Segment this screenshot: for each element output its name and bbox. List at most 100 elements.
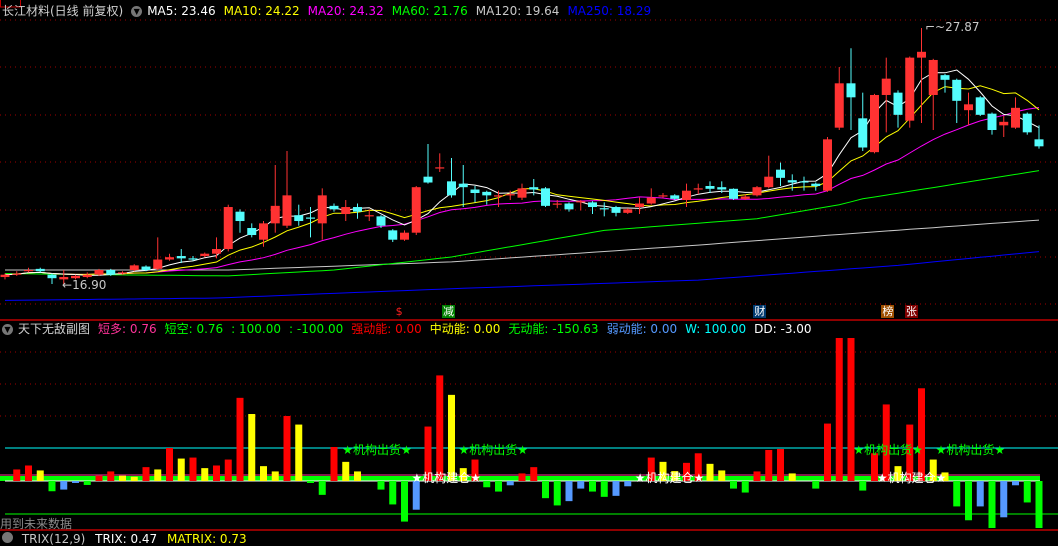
indicator-bar[interactable] (283, 415, 291, 481)
candle[interactable] (588, 201, 597, 215)
candle[interactable] (870, 93, 879, 154)
indicator-bar[interactable] (154, 469, 162, 481)
indicator-bar[interactable] (83, 481, 91, 485)
candle[interactable] (893, 90, 903, 128)
candle[interactable] (400, 230, 409, 241)
candle[interactable] (200, 252, 210, 258)
indicator-bar[interactable] (72, 481, 79, 483)
candle[interactable] (235, 209, 245, 233)
indicator-bar[interactable] (812, 481, 820, 489)
candle[interactable] (599, 202, 609, 217)
candle[interactable] (1034, 125, 1044, 149)
candle[interactable] (458, 165, 468, 208)
indicator-bar[interactable] (542, 481, 549, 499)
indicator-bar[interactable] (119, 475, 126, 481)
indicator-bar[interactable] (389, 481, 397, 505)
indicator-bar[interactable] (260, 466, 267, 481)
candle[interactable] (928, 58, 938, 130)
indicator-bar[interactable] (436, 375, 444, 481)
candle[interactable] (541, 187, 550, 208)
indicator-bar[interactable] (483, 481, 491, 488)
indicator-bar[interactable] (377, 481, 385, 490)
indicator-bar[interactable] (824, 423, 831, 481)
candle[interactable] (846, 48, 856, 130)
indicator-bar[interactable] (565, 481, 573, 502)
indicator-bar[interactable] (847, 338, 855, 481)
indicator-bar[interactable] (1035, 481, 1043, 528)
indicator-bar[interactable] (965, 481, 972, 521)
candle[interactable] (212, 237, 221, 259)
event-marker[interactable]: $ (392, 305, 406, 318)
candle[interactable] (270, 165, 280, 233)
candle[interactable] (752, 186, 762, 197)
indicator-bar[interactable] (788, 473, 796, 481)
indicator-bar[interactable] (107, 471, 115, 481)
indicator-bar[interactable] (1000, 481, 1008, 518)
candle[interactable] (635, 197, 644, 215)
candle[interactable] (411, 186, 421, 236)
candle[interactable] (905, 56, 915, 128)
indicator-bar[interactable] (706, 463, 714, 481)
indicator-bar[interactable] (330, 447, 338, 481)
indicator-bar[interactable] (777, 448, 784, 481)
indicator-bar[interactable] (835, 338, 843, 481)
candle[interactable] (447, 158, 456, 198)
candle[interactable] (1011, 97, 1020, 129)
indicator-bar[interactable] (918, 388, 925, 481)
indicator-bar[interactable] (166, 448, 173, 481)
candle[interactable] (705, 181, 715, 194)
indicator-bar[interactable] (342, 461, 350, 481)
indicator-bar[interactable] (506, 481, 514, 486)
event-marker[interactable]: 榜 (881, 305, 895, 318)
indicator-bar[interactable] (859, 481, 867, 491)
indicator-bar[interactable] (130, 476, 138, 481)
candle[interactable] (987, 112, 997, 135)
candle[interactable] (576, 200, 586, 211)
chevron-down-icon[interactable]: ▼ (2, 323, 13, 335)
indicator-bar[interactable] (612, 481, 620, 496)
indicator-bar[interactable] (236, 397, 244, 481)
indicator-bars[interactable] (0, 338, 1058, 528)
event-marker[interactable]: 财 (753, 305, 767, 318)
candle[interactable] (423, 143, 433, 184)
candle[interactable] (165, 253, 174, 261)
candle[interactable] (940, 73, 950, 93)
indicator-bar[interactable] (354, 471, 361, 481)
candle[interactable] (623, 208, 633, 215)
indicator-bar[interactable] (36, 470, 44, 481)
candle[interactable] (176, 249, 186, 264)
candle[interactable] (35, 267, 45, 273)
candle[interactable] (1022, 112, 1032, 135)
indicator-bar[interactable] (976, 481, 984, 507)
candle[interactable] (24, 267, 33, 273)
indicator-bar[interactable] (495, 481, 502, 492)
candle[interactable] (294, 204, 304, 226)
candle[interactable] (729, 188, 738, 201)
candle[interactable] (47, 273, 57, 285)
candle[interactable] (823, 136, 832, 192)
candle[interactable] (388, 229, 398, 243)
candle[interactable] (611, 205, 621, 217)
indicator-bar[interactable] (1012, 481, 1019, 486)
candle[interactable] (881, 57, 891, 133)
event-marker[interactable]: 张 (904, 305, 918, 318)
indicator-bar[interactable] (13, 469, 21, 481)
candle[interactable] (470, 186, 480, 203)
candle[interactable] (999, 115, 1009, 137)
indicator-bar[interactable] (1023, 481, 1031, 503)
chevron-down-icon[interactable]: ▼ (131, 5, 143, 17)
indicator-bar[interactable] (189, 457, 197, 481)
indicator-bar[interactable] (401, 481, 408, 522)
indicator-bar[interactable] (25, 465, 32, 481)
indicator-bar[interactable] (518, 473, 526, 481)
candle[interactable] (776, 162, 785, 187)
candle[interactable] (247, 223, 257, 238)
indicator-bar[interactable] (213, 465, 220, 481)
indicator-bar[interactable] (271, 471, 279, 481)
indicator-bar[interactable] (530, 467, 538, 481)
candle[interactable] (952, 78, 962, 123)
candle[interactable] (282, 151, 292, 229)
candlesticks[interactable] (0, 28, 1044, 285)
indicator-bar[interactable] (48, 481, 56, 492)
candle[interactable] (764, 155, 774, 189)
